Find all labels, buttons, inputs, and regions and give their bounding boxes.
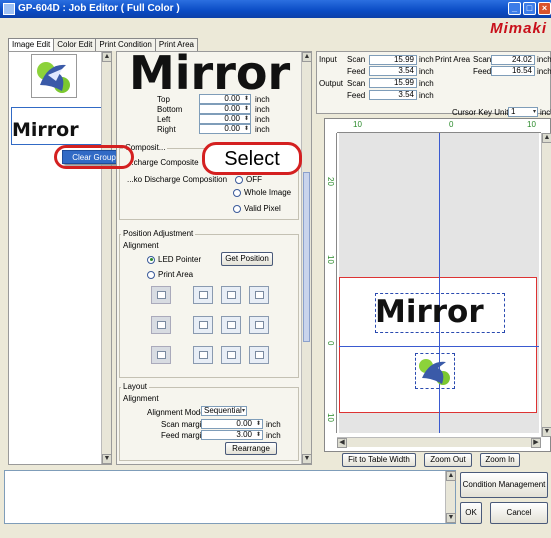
align-bottom-center-button[interactable] [193, 346, 213, 364]
left-field[interactable]: 0.00 ⬍ [199, 114, 251, 124]
top-field[interactable]: 0.00 ⬍ [199, 94, 251, 104]
scroll-right-icon[interactable]: ▶ [531, 438, 541, 448]
app-icon [3, 3, 15, 15]
align-top-left-button[interactable] [151, 286, 171, 304]
thumbnail-image[interactable] [31, 54, 77, 98]
preview-mirror-text: Mirror [129, 46, 291, 100]
valid-pixel-radio[interactable]: Valid Pixel [233, 204, 281, 213]
align-mid-button[interactable] [221, 316, 241, 334]
settings-panel: Mirror Top 0.00 ⬍ inch Bottom 0.00 ⬍ inch … [116, 46, 312, 465]
output-scan-value: 15.99 [369, 78, 417, 88]
scroll-down-icon[interactable]: ▼ [446, 513, 456, 523]
canvas-v-scrollbar[interactable]: ▲ ▼ [541, 133, 551, 437]
bird-object[interactable] [415, 353, 455, 389]
message-area: ▲ ▼ [4, 470, 456, 524]
get-position-button[interactable]: Get Position [221, 252, 273, 266]
select-callout: Select [202, 142, 302, 175]
thumbnail-scrollbar[interactable]: ▲ ▼ [101, 52, 112, 464]
left-label: Left [157, 115, 171, 124]
align-top-mid-button[interactable] [221, 286, 241, 304]
tab-image-edit[interactable]: Image Edit [8, 38, 55, 52]
scroll-thumb[interactable] [303, 172, 310, 342]
align-center-button[interactable] [193, 316, 213, 334]
minimize-button[interactable]: _ [508, 2, 521, 15]
led-pointer-radio[interactable]: LED Pointer [147, 255, 201, 264]
align-mid-left-button[interactable] [151, 316, 171, 334]
fit-to-table-width-button[interactable]: Fit to Table Width [342, 453, 416, 467]
scroll-down-icon[interactable]: ▼ [302, 454, 312, 464]
brand-logo: Mimaki [490, 20, 547, 37]
zoom-in-button[interactable]: Zoom In [480, 453, 520, 467]
left-ruler: 20 10 0 10 [325, 133, 337, 433]
input-scan-value: 15.99 [369, 55, 417, 65]
cursor-key-unit-select[interactable]: 1 ▾ [508, 107, 538, 117]
thumbnail-list: Mirror ▲ ▼ [8, 51, 112, 465]
info-panel: Input Scan 15.99 inch Feed 3.54 inch Out… [316, 51, 551, 114]
top-ruler: 10 0 10 [337, 119, 541, 133]
scroll-up-icon[interactable]: ▲ [102, 52, 112, 62]
tab-color-edit[interactable]: Color Edit [53, 38, 97, 51]
condition-management-button[interactable]: Condition Management [460, 472, 548, 498]
maximize-button[interactable]: □ [523, 2, 536, 15]
top-label: Top [157, 95, 170, 104]
mirror-object[interactable]: Mirror [375, 293, 505, 333]
horizontal-guide [339, 346, 539, 347]
align-bottom-mid-button[interactable] [221, 346, 241, 364]
scan-margin-field[interactable]: 0.00 ⬍ [201, 419, 263, 429]
title-bar: GP-604D : Job Editor ( Full Color ) _ □ … [0, 0, 551, 18]
clear-group-highlight [54, 145, 134, 169]
align-top-center-button[interactable] [193, 286, 213, 304]
bird-image [37, 62, 70, 93]
bottom-label: Bottom [157, 105, 183, 114]
zoom-out-button[interactable]: Zoom Out [424, 453, 472, 467]
scroll-up-icon[interactable]: ▲ [446, 471, 456, 481]
whole-image-radio[interactable]: Whole Image [233, 188, 291, 197]
canvas-h-scrollbar[interactable]: ◀ ▶ [337, 437, 541, 448]
window-title: GP-604D : Job Editor ( Full Color ) [18, 3, 180, 14]
bird-image [419, 359, 450, 385]
off-radio [235, 175, 243, 184]
input-feed-value: 3.54 [369, 66, 417, 76]
scroll-up-icon[interactable]: ▲ [542, 133, 551, 143]
close-button[interactable]: × [538, 2, 551, 15]
output-feed-value: 3.54 [369, 90, 417, 100]
feed-margin-field[interactable]: 3.00 ⬍ [201, 430, 263, 440]
right-field[interactable]: 0.00 ⬍ [199, 124, 251, 134]
canvas-area[interactable]: 10 0 10 20 10 0 10 Mirror ◀ ▶ ▲ ▼ [324, 118, 551, 452]
print-area-scan-value: 24.02 [491, 55, 535, 65]
print-area-radio[interactable]: Print Area [147, 270, 193, 279]
thumbnail-text[interactable]: Mirror [11, 107, 103, 145]
scroll-down-icon[interactable]: ▼ [542, 427, 551, 437]
settings-scrollbar[interactable]: ▲ ▼ [301, 52, 312, 464]
align-top-right-button[interactable] [249, 286, 269, 304]
align-bottom-left-button[interactable] [151, 346, 171, 364]
align-mid-right-button[interactable] [249, 316, 269, 334]
rearrange-button[interactable]: Rearrange [225, 442, 277, 455]
scroll-down-icon[interactable]: ▼ [102, 454, 112, 464]
cursor-key-label: Cursor Key Unit [452, 108, 509, 117]
message-scrollbar[interactable]: ▲ ▼ [445, 471, 456, 523]
cancel-button[interactable]: Cancel [490, 502, 548, 524]
align-bottom-right-button[interactable] [249, 346, 269, 364]
thumbnail-mirror-text: Mirror [12, 119, 79, 141]
right-label: Right [157, 125, 176, 134]
scroll-left-icon[interactable]: ◀ [337, 438, 347, 448]
print-area-feed-value: 16.54 [491, 66, 535, 76]
alignment-mode-select[interactable]: Sequential ▾ [201, 406, 247, 416]
ok-button[interactable]: OK [460, 502, 482, 524]
scroll-up-icon[interactable]: ▲ [302, 52, 312, 62]
bottom-field[interactable]: 0.00 ⬍ [199, 104, 251, 114]
